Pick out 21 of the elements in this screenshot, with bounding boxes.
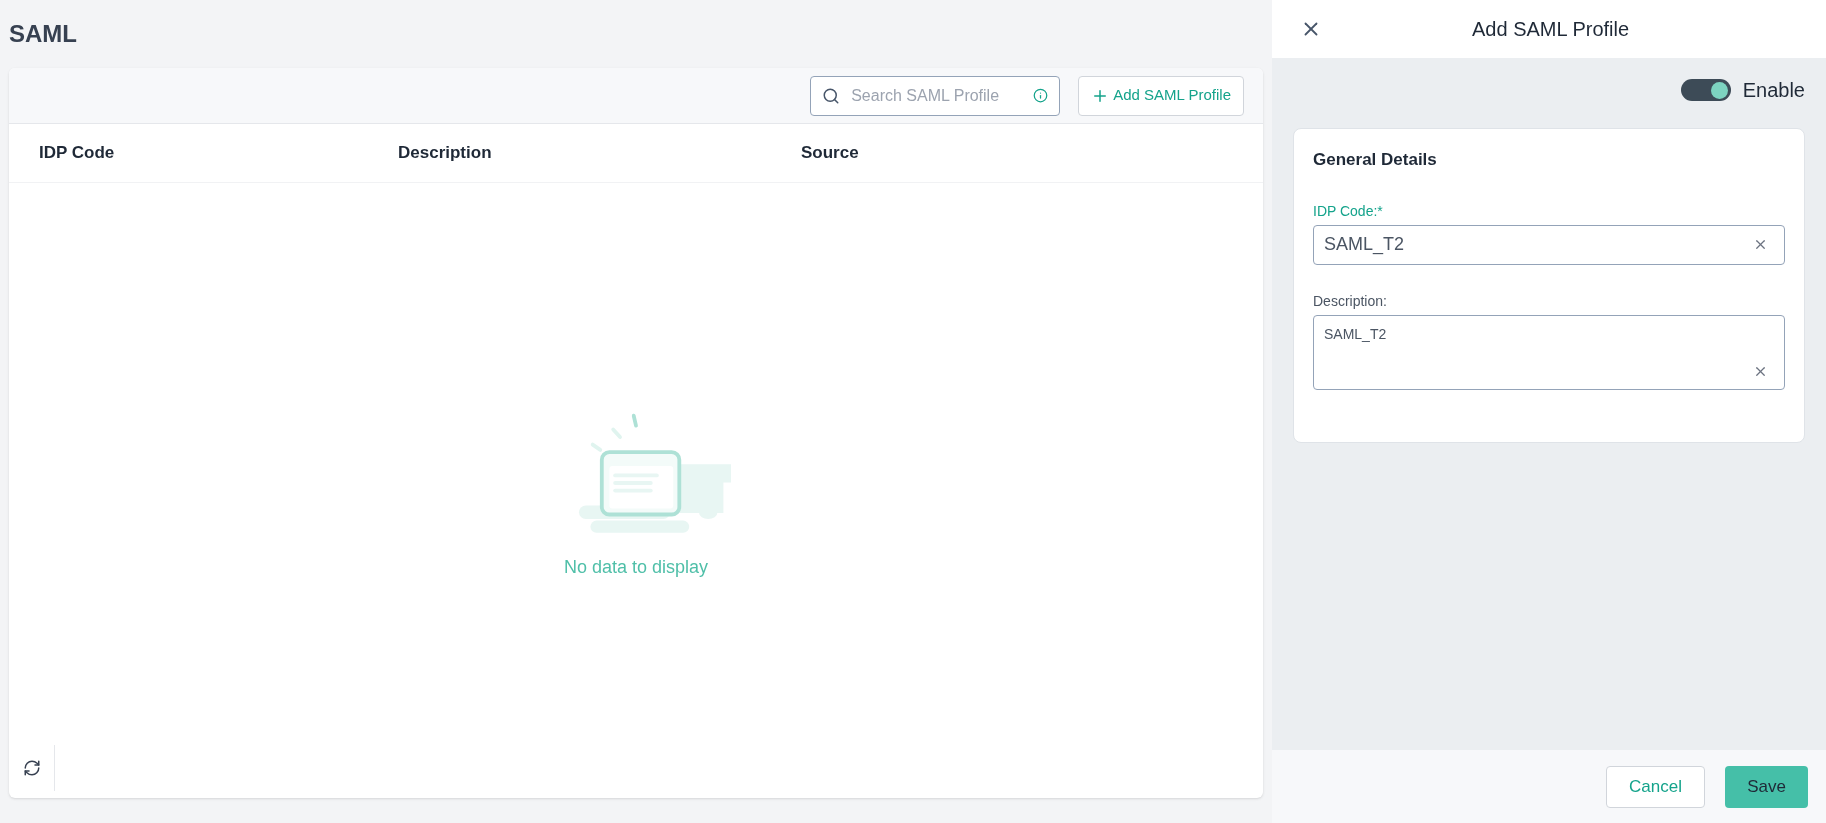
page-title: SAML [9, 19, 78, 49]
enable-label: Enable [1742, 78, 1805, 103]
refresh-icon [22, 759, 41, 777]
description-field[interactable]: SAML_T2 [1313, 314, 1785, 390]
section-title: General Details [1313, 149, 1438, 171]
column-header: Source [801, 142, 860, 165]
field-value: SAML_T2 [1324, 324, 1387, 344]
column-header: Description [398, 142, 493, 165]
clear-icon [1753, 237, 1768, 252]
panel-title: Add SAML Profile [1472, 17, 1630, 42]
column-header: IDP Code [38, 142, 116, 165]
enable-toggle[interactable] [1680, 79, 1731, 101]
idp-code-field[interactable]: SAML_T2 [1313, 224, 1785, 265]
field-label: IDP Code:* [1313, 201, 1384, 221]
info-icon [1033, 87, 1049, 103]
empty-message: No data to display [563, 556, 709, 579]
field-value: SAML_T2 [1324, 233, 1405, 257]
search-field[interactable]: Search SAML Profile [810, 75, 1061, 116]
search-icon [822, 86, 841, 105]
field-label: Description: [1313, 291, 1388, 311]
save-button[interactable]: Save [1725, 765, 1808, 808]
